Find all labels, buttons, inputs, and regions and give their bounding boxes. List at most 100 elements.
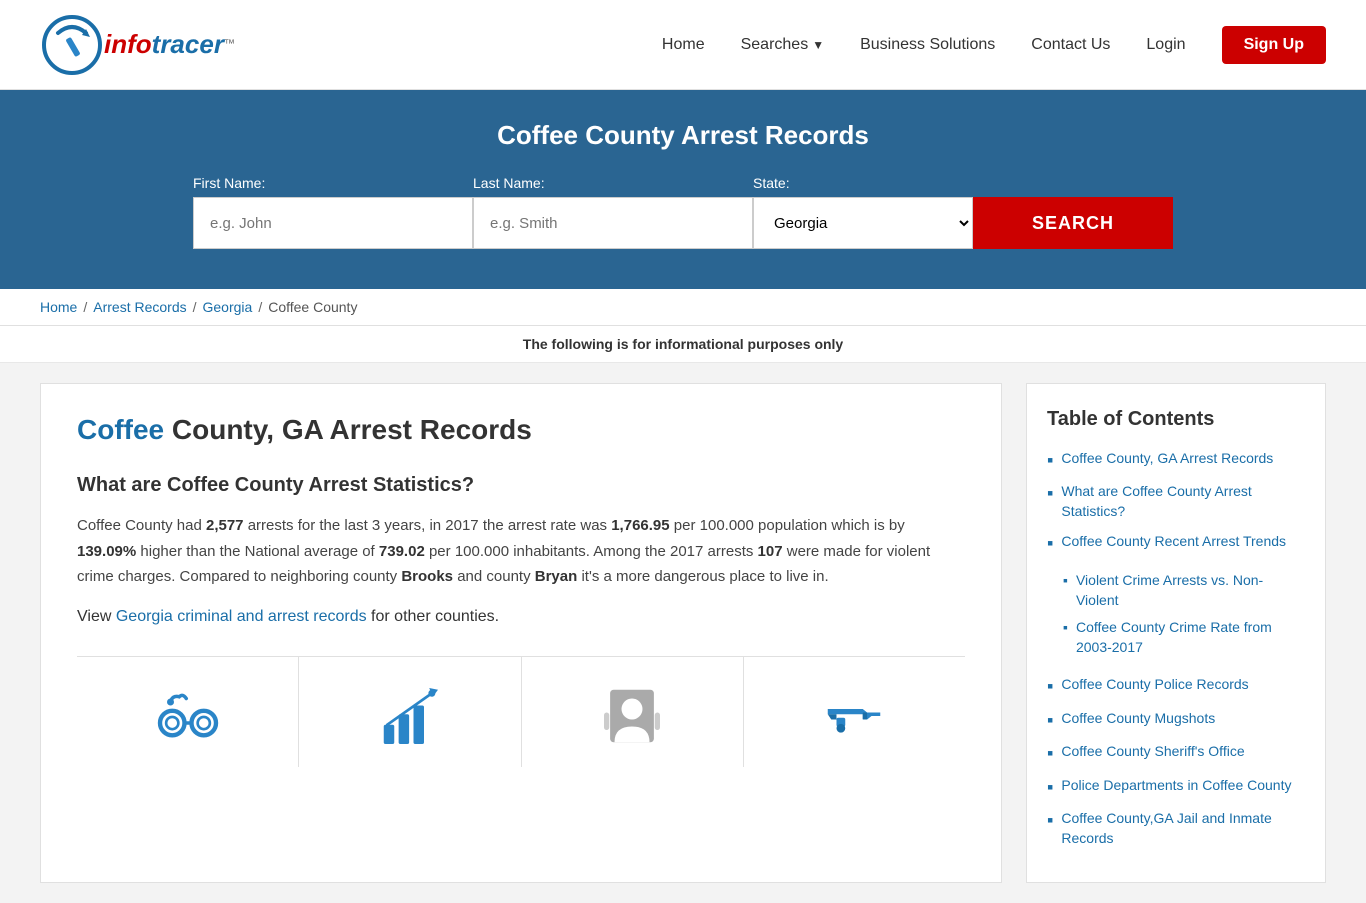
- logo-tracer-text: tracer: [152, 29, 224, 59]
- logo-icon: [40, 13, 104, 77]
- last-name-group: Last Name:: [473, 175, 753, 249]
- view-records-suffix: for other counties.: [367, 608, 500, 625]
- breadcrumb: Home / Arrest Records / Georgia / Coffee…: [0, 289, 1366, 326]
- toc-item-police-records: ▪ Coffee County Police Records: [1047, 675, 1305, 698]
- section-heading: What are Coffee County Arrest Statistics…: [77, 474, 965, 497]
- toc-item-jail: ▪ Coffee County,GA Jail and Inmate Recor…: [1047, 809, 1305, 848]
- breadcrumb-sep-2: /: [193, 299, 197, 315]
- main-content: Coffee County, GA Arrest Records What ar…: [0, 363, 1366, 903]
- view-records-prefix: View: [77, 608, 116, 625]
- toc-bullet-7: ▪: [1047, 776, 1053, 799]
- logo[interactable]: infotracer™: [40, 13, 235, 77]
- toc-sub-bullet-1: ▪: [1063, 571, 1068, 591]
- body-text-4: higher than the National average of: [140, 543, 374, 560]
- toc-bullet-8: ▪: [1047, 809, 1053, 832]
- logo-tm: ™: [224, 38, 235, 50]
- toc-link-crime-rate[interactable]: Coffee County Crime Rate from 2003-2017: [1076, 618, 1305, 657]
- first-name-group: First Name:: [193, 175, 473, 249]
- toc-link-police-records[interactable]: Coffee County Police Records: [1061, 675, 1248, 695]
- toc-item-sheriff: ▪ Coffee County Sheriff's Office: [1047, 742, 1305, 765]
- toc-link-trends[interactable]: Coffee County Recent Arrest Trends: [1061, 532, 1286, 552]
- login-link[interactable]: Login: [1146, 36, 1185, 54]
- chart-cell: [299, 657, 521, 767]
- toc-item-arrest-records: ▪ Coffee County, GA Arrest Records: [1047, 449, 1305, 472]
- breadcrumb-sep-3: /: [258, 299, 262, 315]
- toc-list: ▪ Coffee County, GA Arrest Records ▪ Wha…: [1047, 449, 1305, 848]
- toc-bullet-3: ▪: [1047, 532, 1053, 555]
- icons-row: [77, 656, 965, 767]
- view-records-line: View Georgia criminal and arrest records…: [77, 608, 965, 626]
- body-text-1: Coffee County had: [77, 517, 202, 534]
- searches-link[interactable]: Searches ▼: [741, 36, 824, 54]
- georgia-records-link[interactable]: Georgia criminal and arrest records: [116, 608, 367, 625]
- home-link[interactable]: Home: [662, 36, 705, 54]
- toc-sub-bullet-2: ▪: [1063, 618, 1068, 638]
- navbar: infotracer™ Home Searches ▼ Business Sol…: [0, 0, 1366, 90]
- toc-sub-item-violent: ▪ Violent Crime Arrests vs. Non-Violent: [1047, 571, 1305, 610]
- state-label: State:: [753, 175, 973, 191]
- state-group: State: Georgia Alabama Florida: [753, 175, 973, 249]
- article-section: Coffee County, GA Arrest Records What ar…: [40, 383, 1002, 883]
- stat-arrests: 2,577: [206, 517, 244, 534]
- stat-pct: 139.09%: [77, 543, 136, 560]
- state-select[interactable]: Georgia Alabama Florida: [753, 197, 973, 249]
- breadcrumb-sep-1: /: [83, 299, 87, 315]
- gun-cell: [744, 657, 965, 767]
- hero-title: Coffee County Arrest Records: [40, 120, 1326, 151]
- county1: Brooks: [401, 568, 453, 585]
- toc-link-jail[interactable]: Coffee County,GA Jail and Inmate Records: [1061, 809, 1305, 848]
- toc-link-mugshots[interactable]: Coffee County Mugshots: [1061, 709, 1215, 729]
- toc-item-mugshots: ▪ Coffee County Mugshots: [1047, 709, 1305, 732]
- info-note: The following is for informational purpo…: [0, 326, 1366, 363]
- toc-item-statistics: ▪ What are Coffee County Arrest Statisti…: [1047, 482, 1305, 521]
- breadcrumb-current: Coffee County: [268, 299, 357, 315]
- body-text-3: per 100.000 population which is by: [674, 517, 905, 534]
- last-name-label: Last Name:: [473, 175, 753, 191]
- sidebar-toc: Table of Contents ▪ Coffee County, GA Ar…: [1026, 383, 1326, 883]
- contact-us-link[interactable]: Contact Us: [1031, 36, 1110, 54]
- stat-violent: 107: [758, 543, 783, 560]
- breadcrumb-home[interactable]: Home: [40, 299, 77, 315]
- first-name-input[interactable]: [193, 197, 473, 249]
- stat-rate: 1,766.95: [611, 517, 669, 534]
- last-name-input[interactable]: [473, 197, 753, 249]
- toc-bullet-2: ▪: [1047, 482, 1053, 505]
- article-title-rest: County, GA Arrest Records: [164, 414, 532, 445]
- toc-title: Table of Contents: [1047, 408, 1305, 431]
- signup-button[interactable]: Sign Up: [1222, 26, 1326, 64]
- toc-link-arrest-records[interactable]: Coffee County, GA Arrest Records: [1061, 449, 1273, 469]
- person-icon: [597, 681, 667, 751]
- logo-info-text: info: [104, 29, 152, 59]
- toc-link-violent[interactable]: Violent Crime Arrests vs. Non-Violent: [1076, 571, 1305, 610]
- stat-national: 739.02: [379, 543, 425, 560]
- county2: Bryan: [535, 568, 578, 585]
- search-button[interactable]: SEARCH: [973, 197, 1173, 249]
- first-name-label: First Name:: [193, 175, 473, 191]
- search-form: First Name: Last Name: State: Georgia Al…: [193, 175, 1173, 249]
- nav-links: Home Searches ▼ Business Solutions Conta…: [662, 26, 1326, 64]
- breadcrumb-arrest-records[interactable]: Arrest Records: [93, 299, 186, 315]
- toc-item-police-depts: ▪ Police Departments in Coffee County: [1047, 776, 1305, 799]
- body-text-5: per 100.000 inhabitants. Among the 2017 …: [429, 543, 753, 560]
- chevron-down-icon: ▼: [812, 38, 824, 52]
- toc-link-police-depts[interactable]: Police Departments in Coffee County: [1061, 776, 1291, 796]
- toc-bullet-5: ▪: [1047, 709, 1053, 732]
- toc-sub-item-crime-rate: ▪ Coffee County Crime Rate from 2003-201…: [1047, 618, 1305, 657]
- handcuffs-cell: [77, 657, 299, 767]
- toc-link-statistics[interactable]: What are Coffee County Arrest Statistics…: [1061, 482, 1305, 521]
- breadcrumb-georgia[interactable]: Georgia: [203, 299, 253, 315]
- chart-icon: [375, 681, 445, 751]
- business-solutions-link[interactable]: Business Solutions: [860, 36, 995, 54]
- body-text-8: it's a more dangerous place to live in.: [581, 568, 828, 585]
- toc-bullet-4: ▪: [1047, 675, 1053, 698]
- body-text-7: and county: [457, 568, 530, 585]
- toc-link-sheriff[interactable]: Coffee County Sheriff's Office: [1061, 742, 1244, 762]
- gun-icon: [819, 681, 889, 751]
- toc-item-trends: ▪ Coffee County Recent Arrest Trends ▪ V…: [1047, 532, 1305, 666]
- toc-bullet-1: ▪: [1047, 449, 1053, 472]
- toc-bullet-6: ▪: [1047, 742, 1053, 765]
- article-title-highlight: Coffee: [77, 414, 164, 445]
- article-title: Coffee County, GA Arrest Records: [77, 414, 965, 446]
- toc-sub-trends: ▪ Violent Crime Arrests vs. Non-Violent …: [1047, 571, 1305, 665]
- handcuffs-icon: [153, 681, 223, 751]
